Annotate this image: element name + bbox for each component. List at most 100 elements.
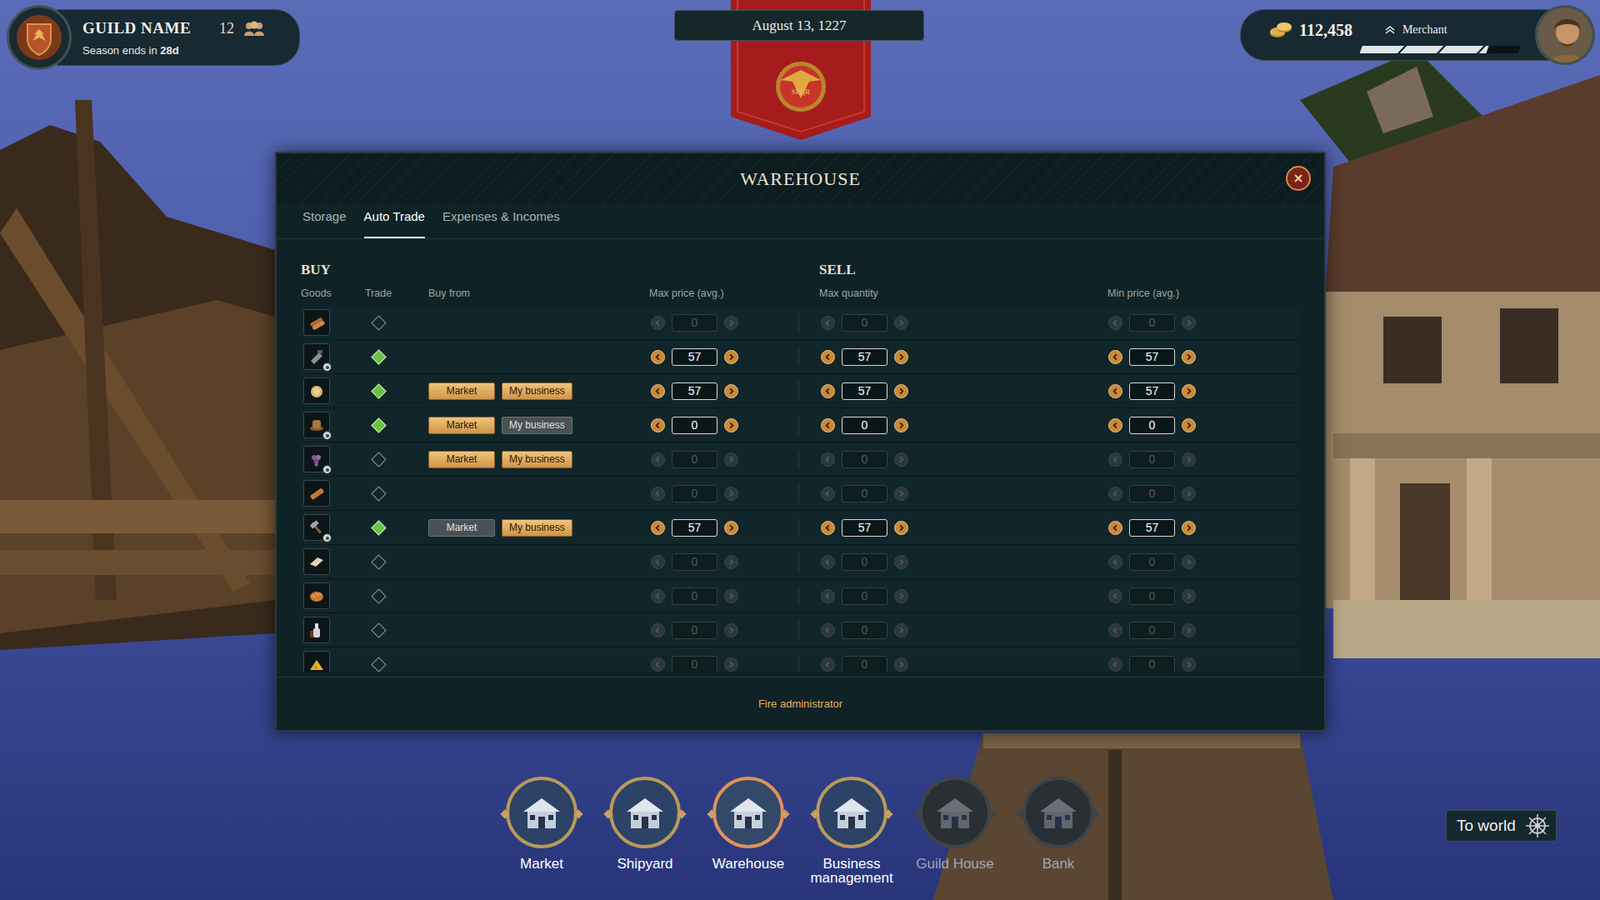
decrease-button[interactable] (820, 555, 835, 570)
nav-item[interactable]: Guild House (903, 776, 1007, 885)
decrease-button[interactable] (820, 486, 835, 501)
goods-icon[interactable] (303, 411, 330, 439)
decrease-button[interactable] (820, 418, 835, 433)
nav-item[interactable]: Warehouse (696, 776, 800, 885)
increase-button[interactable] (1181, 520, 1196, 535)
goods-icon[interactable] (303, 616, 330, 644)
value-field[interactable]: 0 (1129, 587, 1175, 605)
increase-button[interactable] (1181, 657, 1196, 672)
value-field[interactable]: 0 (671, 450, 718, 469)
trade-toggle[interactable] (370, 554, 386, 570)
decrease-button[interactable] (820, 589, 835, 604)
value-field[interactable]: 0 (671, 621, 718, 640)
decrease-button[interactable] (1108, 555, 1123, 570)
value-field[interactable]: 0 (671, 553, 718, 571)
value-field[interactable]: 0 (671, 314, 718, 332)
trade-toggle[interactable] (370, 588, 386, 604)
increase-button[interactable] (894, 418, 909, 433)
increase-button[interactable] (1181, 350, 1196, 365)
buy-from-button[interactable]: My business (501, 450, 573, 469)
trade-toggle[interactable] (370, 383, 386, 399)
buy-from-button[interactable]: My business (501, 519, 573, 537)
value-field[interactable]: 0 (1129, 621, 1175, 640)
goods-icon[interactable] (303, 582, 330, 610)
goods-icon[interactable] (303, 377, 330, 405)
trade-toggle[interactable] (370, 622, 386, 638)
decrease-button[interactable] (1108, 418, 1123, 433)
increase-button[interactable] (1181, 452, 1196, 467)
value-field[interactable]: 57 (1129, 519, 1175, 537)
decrease-button[interactable] (1108, 623, 1123, 638)
goods-icon[interactable] (303, 548, 330, 575)
decrease-button[interactable] (650, 315, 665, 330)
value-field[interactable]: 0 (1129, 655, 1175, 674)
decrease-button[interactable] (1108, 350, 1123, 365)
value-field[interactable]: 57 (671, 382, 718, 400)
value-field[interactable]: 0 (841, 553, 888, 571)
goods-icon[interactable] (303, 343, 330, 370)
value-field[interactable]: 0 (671, 485, 718, 503)
decrease-button[interactable] (820, 623, 835, 638)
decrease-button[interactable] (650, 350, 665, 365)
increase-button[interactable] (724, 418, 739, 433)
nav-item[interactable]: Market (490, 776, 594, 885)
value-field[interactable]: 0 (1129, 553, 1175, 571)
buy-from-button[interactable]: Market (428, 450, 495, 469)
value-field[interactable]: 57 (1129, 382, 1175, 400)
buy-from-button[interactable]: Market (428, 519, 495, 537)
value-field[interactable]: 0 (1129, 450, 1175, 469)
increase-button[interactable] (724, 452, 739, 467)
goods-icon[interactable] (303, 650, 330, 673)
value-field[interactable]: 0 (841, 450, 888, 469)
decrease-button[interactable] (650, 555, 665, 570)
tab[interactable]: Expenses & Incomes (442, 206, 560, 239)
trade-toggle[interactable] (370, 315, 386, 330)
portrait-icon[interactable] (1535, 5, 1595, 65)
decrease-button[interactable] (650, 623, 665, 638)
decrease-button[interactable] (1108, 452, 1123, 467)
increase-button[interactable] (894, 623, 909, 638)
increase-button[interactable] (894, 520, 909, 535)
decrease-button[interactable] (1108, 657, 1123, 672)
increase-button[interactable] (1181, 589, 1196, 604)
increase-button[interactable] (894, 315, 909, 330)
value-field[interactable]: 0 (671, 416, 718, 435)
increase-button[interactable] (1181, 315, 1196, 330)
value-field[interactable]: 57 (671, 348, 718, 366)
increase-button[interactable] (894, 555, 909, 570)
value-field[interactable]: 0 (841, 655, 888, 674)
value-field[interactable]: 0 (671, 587, 718, 605)
value-field[interactable]: 57 (1129, 348, 1175, 366)
nav-item[interactable]: Shipyard (593, 776, 697, 885)
decrease-button[interactable] (1108, 384, 1123, 399)
value-field[interactable]: 0 (841, 587, 888, 605)
buy-from-button[interactable]: My business (501, 416, 573, 435)
increase-button[interactable] (724, 555, 739, 570)
decrease-button[interactable] (650, 486, 665, 501)
value-field[interactable]: 0 (1129, 485, 1175, 503)
value-field[interactable]: 57 (841, 382, 888, 400)
increase-button[interactable] (894, 486, 909, 501)
trade-toggle[interactable] (370, 417, 386, 433)
increase-button[interactable] (724, 589, 739, 604)
increase-button[interactable] (724, 384, 739, 399)
goods-icon[interactable] (303, 309, 330, 336)
trade-toggle[interactable] (370, 485, 386, 501)
value-field[interactable]: 57 (841, 348, 888, 366)
value-field[interactable]: 0 (671, 655, 718, 674)
increase-button[interactable] (1181, 384, 1196, 399)
decrease-button[interactable] (650, 520, 665, 535)
decrease-button[interactable] (1108, 315, 1123, 330)
increase-button[interactable] (1181, 623, 1196, 638)
increase-button[interactable] (724, 350, 739, 365)
tab[interactable]: Auto Trade (364, 206, 425, 239)
trade-toggle[interactable] (370, 349, 386, 365)
increase-button[interactable] (894, 350, 909, 365)
decrease-button[interactable] (1108, 589, 1123, 604)
value-field[interactable]: 0 (841, 621, 888, 640)
increase-button[interactable] (894, 384, 909, 399)
decrease-button[interactable] (650, 589, 665, 604)
goods-icon[interactable] (303, 445, 330, 473)
close-button[interactable] (1285, 165, 1311, 191)
nav-item[interactable]: Business management (800, 776, 904, 885)
